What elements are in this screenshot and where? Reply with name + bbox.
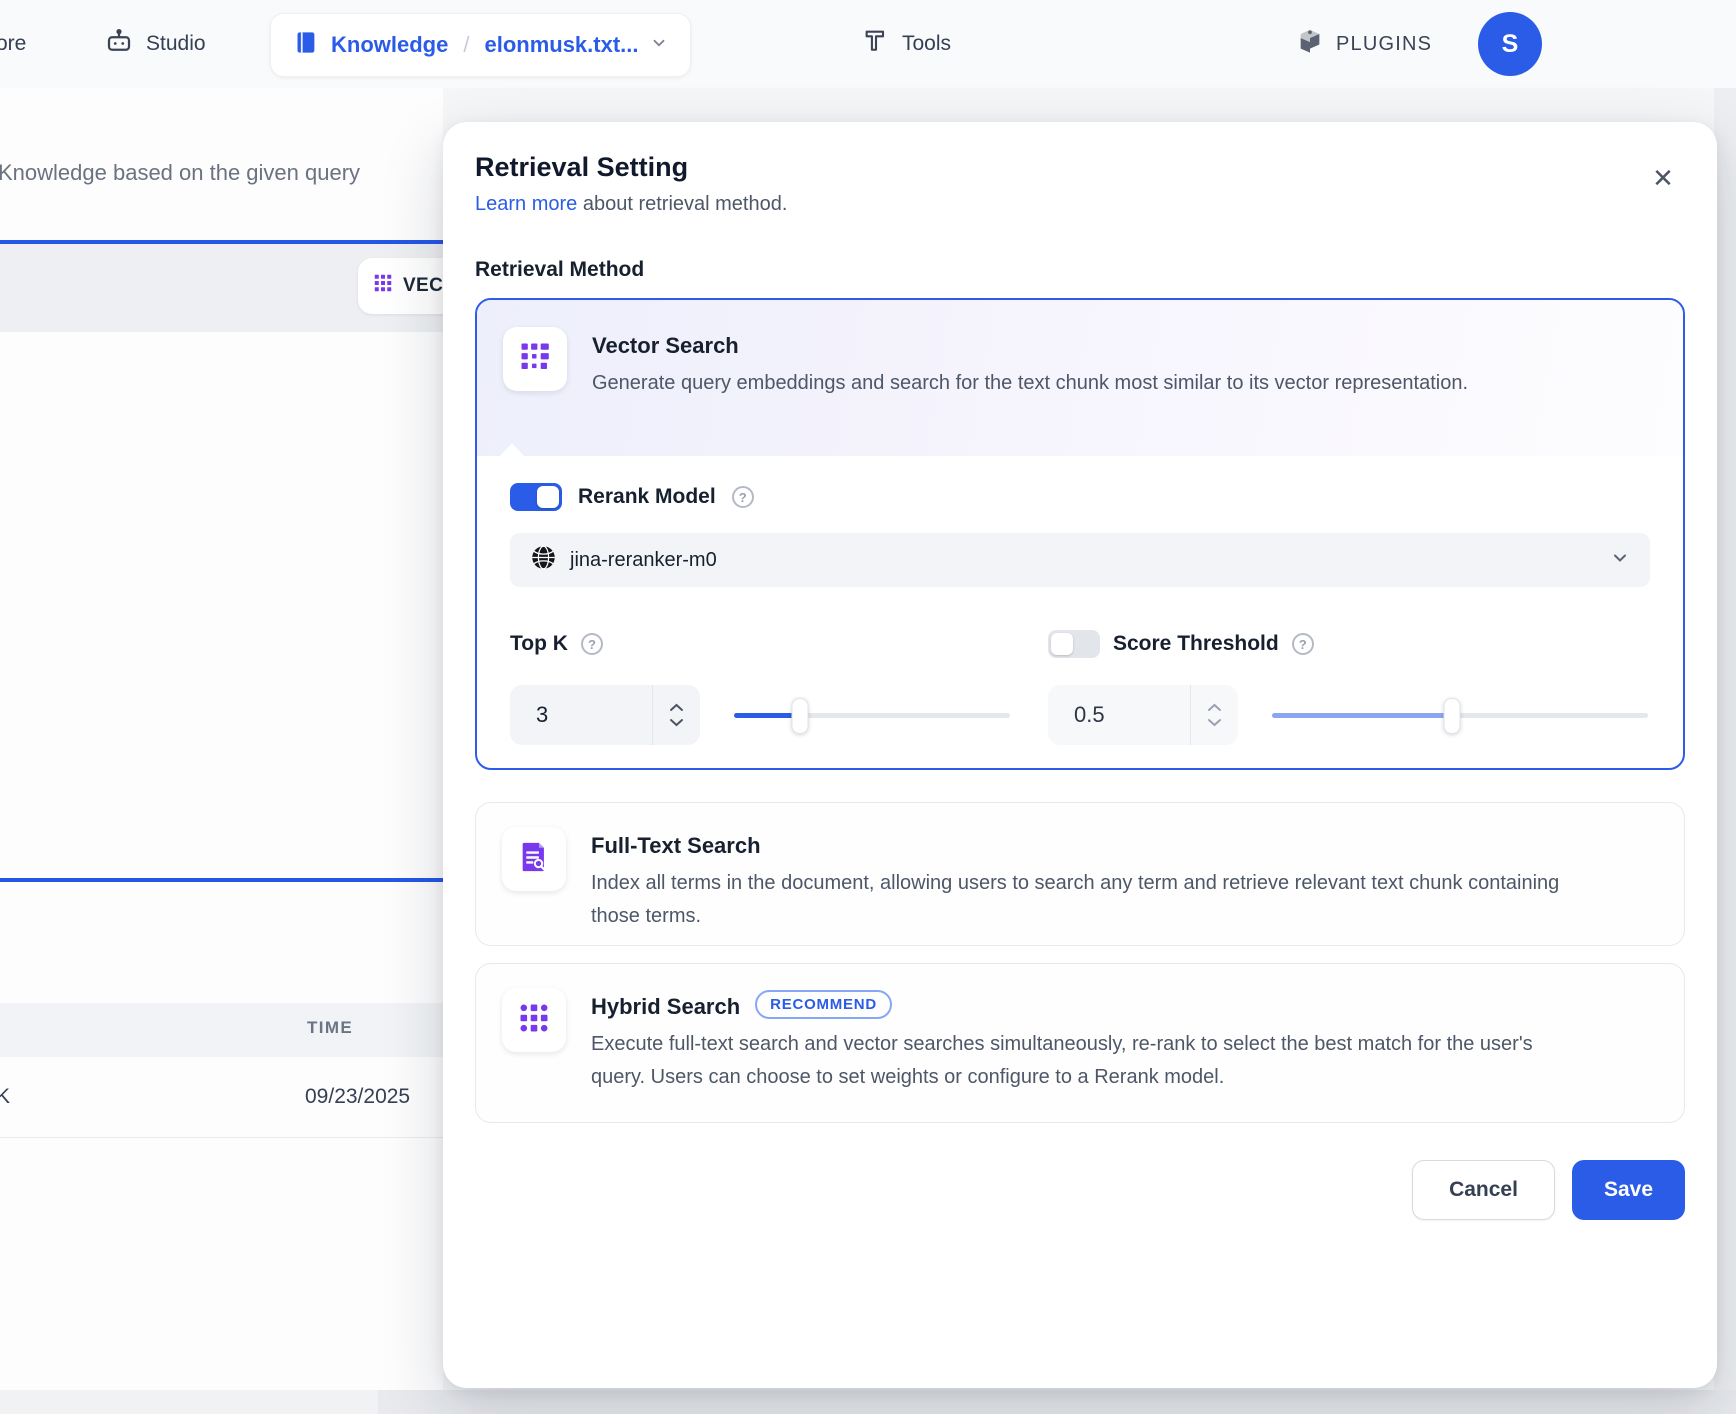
modal-subtitle: Learn more about retrieval method. (475, 193, 1685, 216)
help-icon[interactable]: ? (581, 633, 603, 655)
score-threshold-control: Score Threshold ? 0.5 (1048, 629, 1648, 745)
close-icon[interactable]: ✕ (1645, 160, 1681, 196)
top-k-slider[interactable] (734, 697, 1010, 733)
rerank-model-label: Rerank Model (578, 485, 716, 509)
breadcrumb-document[interactable]: elonmusk.txt... (484, 32, 638, 58)
section-underline (0, 878, 450, 882)
rerank-model-select[interactable]: jina-reranker-m0 (510, 533, 1650, 587)
header-notch (499, 443, 525, 457)
score-threshold-slider-handle[interactable] (1444, 698, 1461, 734)
help-icon[interactable]: ? (1292, 633, 1314, 655)
nav-item-plugins[interactable]: PLUGINS (1296, 0, 1432, 88)
help-icon[interactable]: ? (732, 486, 754, 508)
method-card-vector-search[interactable]: Vector Search Generate query embeddings … (475, 298, 1685, 770)
learn-more-link[interactable]: Learn more (475, 193, 577, 215)
rerank-model-toggle[interactable] (510, 483, 562, 511)
method-card-full-text-search[interactable]: Full-Text Search Index all terms in the … (475, 802, 1685, 946)
grid-icon (517, 339, 553, 380)
breadcrumb-separator: / (463, 32, 469, 58)
explore-label: ore (0, 32, 26, 56)
table-row[interactable]: K 09/23/2025 (0, 1057, 450, 1138)
retrieval-method-label: Retrieval Method (475, 258, 1685, 282)
tools-label: Tools (902, 32, 951, 56)
nav-item-explore[interactable]: ore (0, 0, 26, 88)
breadcrumb: Knowledge / elonmusk.txt... (270, 13, 691, 77)
cancel-button[interactable]: Cancel (1412, 1160, 1555, 1220)
nav-item-tools[interactable]: Tools (862, 0, 951, 88)
background-right-strip (1714, 88, 1736, 1414)
score-threshold-value: 0.5 (1074, 702, 1105, 728)
top-k-label: Top K (510, 632, 568, 656)
screen: ore Studio Knowledge / el (0, 0, 1736, 1414)
nav-item-studio[interactable]: Studio (104, 0, 206, 88)
plugins-box-icon (1296, 27, 1324, 61)
recommend-badge: RECOMMEND (755, 990, 892, 1019)
plugins-label: PLUGINS (1336, 33, 1432, 56)
document-search-icon (517, 840, 551, 879)
chevron-down-icon (1610, 548, 1630, 573)
studio-label: Studio (146, 32, 206, 56)
score-threshold-label: Score Threshold (1113, 632, 1279, 656)
score-threshold-stepper[interactable] (1190, 685, 1238, 745)
time-column-header: TIME (307, 1018, 353, 1038)
breadcrumb-knowledge[interactable]: Knowledge (331, 32, 448, 58)
grid-icon (372, 272, 394, 300)
top-k-value: 3 (536, 702, 548, 728)
vector-pill-label: VEC (403, 275, 443, 297)
top-k-slider-handle[interactable] (792, 698, 809, 734)
hybrid-title: Hybrid Search (591, 988, 740, 1020)
subtitle-rest: about retrieval method. (577, 193, 787, 215)
modal-title: Retrieval Setting (475, 152, 1685, 183)
vector-search-icon-tile (503, 327, 567, 391)
full-text-icon-tile (502, 827, 566, 891)
method-card-hybrid-search[interactable]: Hybrid Search RECOMMEND Execute full-tex… (475, 963, 1685, 1123)
score-threshold-input[interactable]: 0.5 (1048, 685, 1238, 745)
hybrid-icon-tile (502, 988, 566, 1052)
rerank-model-value: jina-reranker-m0 (570, 549, 1597, 572)
top-k-control: Top K ? 3 (510, 629, 1010, 745)
full-text-description: Index all terms in the document, allowin… (591, 867, 1571, 933)
vector-search-header: Vector Search Generate query embeddings … (477, 300, 1683, 456)
chevron-down-icon[interactable] (650, 34, 668, 57)
vector-search-settings: Rerank Model ? jina-reranker-m0 (477, 456, 1683, 745)
full-text-title: Full-Text Search (591, 827, 1571, 859)
top-k-stepper[interactable] (652, 685, 700, 745)
tools-icon (862, 27, 890, 61)
score-threshold-toggle[interactable] (1048, 630, 1100, 658)
save-button[interactable]: Save (1572, 1160, 1685, 1220)
score-threshold-slider[interactable] (1272, 697, 1648, 733)
row-left-cell: K (0, 1085, 10, 1109)
query-hint-text: Knowledge based on the given query (0, 160, 458, 186)
vector-search-description: Generate query embeddings and search for… (592, 367, 1468, 400)
row-time-cell: 09/23/2025 (305, 1085, 410, 1109)
robot-icon (104, 26, 134, 62)
knowledge-book-icon (293, 29, 320, 61)
user-avatar[interactable]: S (1478, 12, 1542, 76)
top-navigation-bar: ore Studio Knowledge / el (0, 0, 1736, 88)
hybrid-description: Execute full-text search and vector sear… (591, 1028, 1571, 1094)
vector-search-title: Vector Search (592, 327, 1468, 359)
hybrid-grid-icon (516, 1000, 552, 1041)
bottom-band (0, 1390, 1736, 1414)
retrieval-setting-modal: Retrieval Setting ✕ Learn more about ret… (443, 122, 1717, 1388)
top-k-input[interactable]: 3 (510, 685, 700, 745)
avatar-letter: S (1502, 30, 1519, 59)
globe-icon (530, 544, 557, 576)
table-header: TIME (0, 1003, 450, 1057)
